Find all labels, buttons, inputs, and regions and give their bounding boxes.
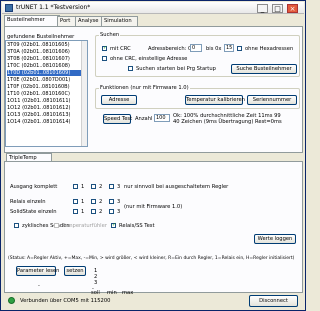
- ausgang-1-checkbox[interactable]: [73, 184, 78, 189]
- ausgang-komplett-label: Ausgang komplett: [10, 184, 58, 190]
- temperatur-kalibrieren-button[interactable]: Temperatur kalibrieren: [185, 95, 245, 105]
- seriennummer-button[interactable]: Seriennummer: [247, 95, 297, 105]
- status-help-text: (Status: A=Regler Aktiv, +=Max, -=Min, >…: [8, 256, 295, 261]
- werte-loggen-button[interactable]: Werte loggen: [254, 234, 296, 244]
- maximize-button[interactable]: □: [272, 4, 283, 13]
- relais-1-label: 1: [81, 199, 85, 205]
- parameter-lesen-button[interactable]: Parameter lesen: [16, 266, 59, 276]
- ausgang-2-label: 2: [99, 184, 103, 190]
- ausgang-3-checkbox[interactable]: [109, 184, 114, 189]
- list-item[interactable]: 3T0B (02b01..08101607): [7, 56, 87, 62]
- connection-status-text: Verbunden über COM5 mit 115200: [20, 298, 111, 304]
- list-item[interactable]: 3T0A (02b01..08101606): [7, 49, 87, 55]
- ohne-hex-label: ohne Hexadressen: [245, 46, 294, 52]
- ohne-hex-checkbox[interactable]: [237, 46, 242, 51]
- mit-crc-label: mit CRC: [110, 46, 131, 52]
- adresse-button[interactable]: Adresse: [101, 95, 137, 105]
- suchen-starten-checkbox[interactable]: [128, 66, 133, 71]
- list-item[interactable]: 1T0F (02b01..0810160B): [7, 84, 87, 90]
- solidstate-3-label: 3: [117, 209, 121, 215]
- suchen-starten-label: Suchen starten bei Prg Startup: [136, 66, 216, 72]
- solidstate-2-label: 2: [99, 209, 103, 215]
- speed-result-line2: 40 Zeichen (9ms Übertragung) Rest=0ms: [173, 119, 282, 125]
- connection-status-icon: [8, 297, 15, 304]
- list-item[interactable]: 1T0E (02b01..0807D001): [7, 77, 87, 83]
- ohne-crc-checkbox[interactable]: [102, 56, 107, 61]
- address-range-label: Adressbereich: 0x: [148, 46, 195, 52]
- list-item[interactable]: 1O12 (02b01..08101612): [7, 105, 87, 111]
- zyklisch-checkbox[interactable]: [14, 223, 19, 228]
- param-dash: -: [38, 283, 40, 289]
- ausgang-3-label: 3: [117, 184, 121, 190]
- anzahl-input[interactable]: 100: [154, 114, 170, 122]
- list-item-selected[interactable]: 1T0D (02b01..08101609): [7, 70, 87, 76]
- solidstate-1-label: 1: [81, 209, 85, 215]
- minimize-button[interactable]: _: [257, 4, 268, 13]
- list-item[interactable]: 1T10 (02b01..0810160C): [7, 91, 87, 97]
- relais-1-checkbox[interactable]: [73, 199, 78, 204]
- solidstate-einzeln-label: SolidState einzeln: [10, 209, 57, 215]
- list-item[interactable]: 1O13 (02b01..08101613): [7, 112, 87, 118]
- firmware-note: (nur mit Firmware 1.0): [124, 204, 183, 210]
- list-item[interactable]: 1O14 (02b01..08101614): [7, 119, 87, 125]
- solidstate-3-checkbox[interactable]: [109, 209, 114, 214]
- solidstate-1-checkbox[interactable]: [73, 209, 78, 214]
- param-row-3: 3: [94, 280, 98, 286]
- bis-label: bis 0x: [206, 46, 222, 52]
- nur-sinnvoll-label: nur sinnvoll bei ausgeschaltetem Regler: [124, 184, 229, 190]
- ausgang-2-checkbox[interactable]: [91, 184, 96, 189]
- list-item[interactable]: 1T0C (02b01..08101608): [7, 63, 87, 69]
- relais-3-checkbox[interactable]: [109, 199, 114, 204]
- address-from-input[interactable]: 0: [190, 44, 202, 52]
- list-item[interactable]: 3T09 (02b01..08101605): [7, 42, 87, 48]
- relais-3-label: 3: [117, 199, 121, 205]
- temperaturfuehler-checkbox[interactable]: [54, 223, 59, 228]
- app-window: trUNET 1.1 *Testversion* _ □ × Busteilne…: [0, 0, 306, 311]
- relais-2-checkbox[interactable]: [91, 199, 96, 204]
- list-scrollbar[interactable]: [81, 41, 87, 146]
- participants-list[interactable]: 3T09 (02b01..08101605) 3T0A (02b01..0810…: [5, 40, 88, 147]
- temperaturfuehler-label: Temperaturfühler: [62, 223, 107, 229]
- disconnect-button[interactable]: Disconnect: [249, 295, 298, 307]
- title-bar: trUNET 1.1 *Testversion* _ □ ×: [2, 2, 304, 14]
- solidstate-2-checkbox[interactable]: [91, 209, 96, 214]
- anzahl-label: Anzahl: [135, 116, 153, 122]
- app-icon: [5, 4, 13, 12]
- window-title: trUNET 1.1 *Testversion*: [16, 4, 91, 11]
- relais-ss-label: Relais/SS Test: [119, 223, 155, 229]
- search-participants-button[interactable]: Suche Busteilnehmer: [231, 64, 297, 74]
- mit-crc-checkbox[interactable]: [102, 45, 107, 51]
- relais-2-label: 2: [99, 199, 103, 205]
- relais-ss-checkbox[interactable]: [111, 222, 116, 228]
- functions-group-label: Funktionen (nur mit Firmware 1.0): [99, 85, 190, 91]
- close-button[interactable]: ×: [287, 4, 298, 13]
- address-to-input[interactable]: 15: [224, 44, 234, 52]
- relais-einzeln-label: Relais einzeln: [10, 199, 46, 205]
- speed-test-button[interactable]: Speed Test: [103, 114, 132, 124]
- parameter-setzen-button[interactable]: setzen: [64, 266, 86, 276]
- status-bar: Verbunden über COM5 mit 115200 Disconnec…: [2, 293, 304, 310]
- ausgang-1-label: 1: [81, 184, 85, 190]
- search-group-label: Suchen: [99, 32, 121, 38]
- ohne-crc-label: ohne CRC, einstellige Adresse: [110, 56, 188, 62]
- list-item[interactable]: 1O11 (02b01..08101611): [7, 98, 87, 104]
